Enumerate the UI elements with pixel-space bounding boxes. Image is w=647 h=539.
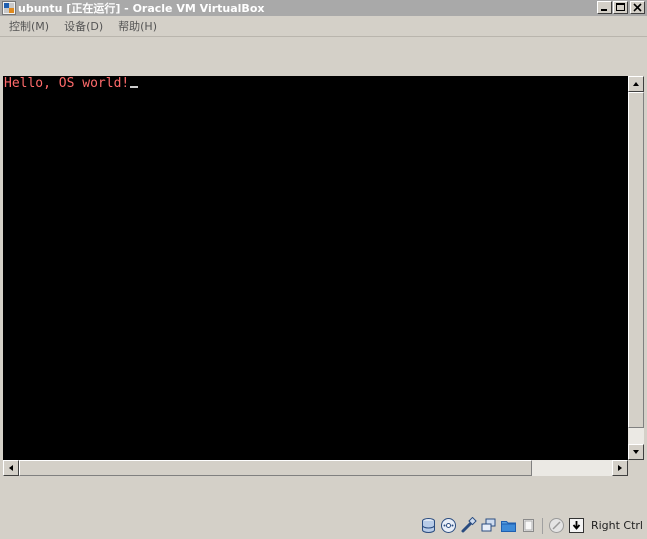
maximize-button[interactable]	[613, 1, 628, 14]
scroll-left-button[interactable]	[3, 460, 19, 476]
status-separator	[541, 517, 543, 534]
usb-icon[interactable]	[460, 517, 477, 534]
vm-display[interactable]: Hello, OS world!	[3, 76, 628, 460]
scroll-right-button[interactable]	[612, 460, 628, 476]
arrow-right-icon	[618, 465, 622, 471]
vertical-scrollbar[interactable]	[628, 76, 644, 460]
menu-devices[interactable]: 设备(D)	[55, 18, 109, 34]
arrow-down-icon	[633, 450, 639, 454]
display-icon[interactable]	[520, 517, 537, 534]
network-icon[interactable]	[480, 517, 497, 534]
status-icons	[420, 517, 585, 534]
close-icon	[633, 3, 642, 12]
host-key-label: Right Ctrl	[590, 519, 643, 532]
minimize-icon	[601, 9, 607, 11]
minimize-button[interactable]	[597, 1, 612, 14]
menu-help[interactable]: 帮助(H)	[109, 18, 163, 34]
hard-disk-icon[interactable]	[420, 517, 437, 534]
arrow-up-icon	[633, 82, 639, 86]
menu-control[interactable]: 控制(M)	[0, 18, 55, 34]
shared-folders-icon[interactable]	[500, 517, 517, 534]
horizontal-scroll-thumb[interactable]	[19, 460, 532, 476]
maximize-icon	[616, 3, 625, 11]
arrow-left-icon	[9, 465, 13, 471]
mouse-integration-icon[interactable]	[548, 517, 565, 534]
status-bar: Right Ctrl	[0, 512, 647, 539]
horizontal-scrollbar[interactable]	[3, 460, 628, 476]
title-bar: ubuntu [正在运行] - Oracle VM VirtualBox	[0, 0, 647, 16]
vertical-scroll-thumb[interactable]	[628, 92, 644, 428]
text-cursor	[130, 86, 139, 88]
virtualbox-app-icon[interactable]	[2, 1, 16, 15]
optical-drive-icon[interactable]	[440, 517, 457, 534]
scrollbar-corner	[628, 460, 644, 476]
menu-bar: 控制(M) 设备(D) 帮助(H)	[0, 16, 647, 37]
window-title: ubuntu [正在运行] - Oracle VM VirtualBox	[18, 2, 265, 15]
scroll-down-button[interactable]	[628, 444, 644, 460]
close-button[interactable]	[630, 1, 645, 14]
console-text: Hello, OS world!	[4, 76, 130, 91]
console-line: Hello, OS world!	[4, 76, 139, 92]
host-key-icon[interactable]	[568, 517, 585, 534]
window-controls	[596, 1, 645, 14]
scroll-up-button[interactable]	[628, 76, 644, 92]
